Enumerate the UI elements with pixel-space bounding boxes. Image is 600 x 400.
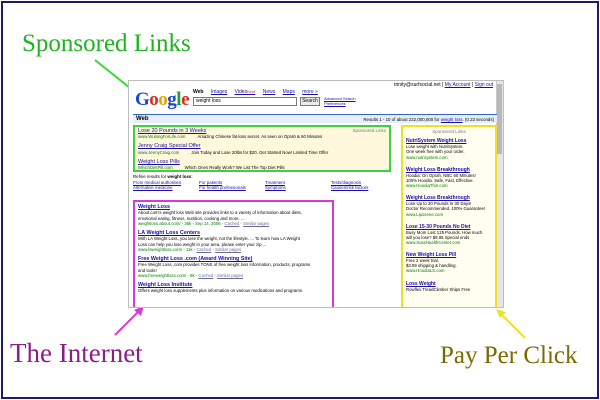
ad-url: www.JennyCraig.com <box>138 149 180 155</box>
logo-letter: o <box>149 89 159 110</box>
ad-description: Amazing Chinese fat-loss secret. As seen… <box>197 134 323 140</box>
google-results-screenshot: trinity@surfsocial.net | My Account | Si… <box>128 80 504 308</box>
search-result: LA Weight Loss Centers With LA Weight Lo… <box>138 230 329 252</box>
search-result: Weight Loss About.com's weight loss Web … <box>138 204 329 226</box>
side-sponsored-ads: Sponsored Links NutriSystem Weight Loss … <box>401 125 497 307</box>
results-query-link[interactable]: weight loss <box>441 117 463 122</box>
search-options: Advanced Search Preferences <box>324 96 356 107</box>
sponsored-ad: Weight Loss Pills WhichDietPill.com Which… <box>138 159 386 172</box>
result-url-line: www.laweightloss.com/ - 11k - Cached - S… <box>138 246 242 252</box>
cached-link[interactable]: Cached <box>196 247 211 252</box>
refine-link[interactable]: For health professionals <box>199 185 259 190</box>
user-email: trinity@surfsocial.net <box>394 82 441 88</box>
cached-link[interactable]: Cached <box>224 221 239 226</box>
ad-description: Join Today and Lose 20lbs for $20. Get S… <box>191 149 329 155</box>
sponsored-links-caption: Sponsored Links <box>22 30 191 57</box>
search-input[interactable]: weight loss <box>193 97 297 106</box>
result-url-line: weightloss.about.com/ - 36k - Sep 14, 20… <box>138 220 270 226</box>
side-ad-url: www.HoodiaLS.com <box>406 268 445 274</box>
refine-link[interactable]: Causes/risk factors <box>331 185 391 190</box>
search-result: Weight Loss Institute Offers weight loss… <box>138 282 329 294</box>
result-snippet: Offers weight loss supplements plus info… <box>138 288 304 294</box>
user-bar-separator: | <box>471 82 474 88</box>
side-ad-url: www.HoodiaThin.com <box>406 183 448 189</box>
side-ad: Weight Loss Breakthrough Lose Up to 20 P… <box>406 195 492 216</box>
sponsored-ad: Jenny Craig Special Offer www.JennyCraig… <box>138 143 386 156</box>
organic-results: Weight Loss About.com's weight loss Web … <box>133 200 334 307</box>
scroll-thumb[interactable] <box>497 84 502 154</box>
side-ad-text: Rowflex TreadClimber Ships Free <box>406 286 471 292</box>
results-bar: Web Results 1 - 10 of about 222,000,000 … <box>133 114 497 123</box>
pay-per-click-caption: Pay Per Click <box>440 342 578 369</box>
result-url: www.laweightloss.com/ - 11k - <box>138 246 196 252</box>
google-logo[interactable]: Google <box>135 90 189 109</box>
results-bar-label: Web <box>136 116 149 122</box>
similar-pages-link[interactable]: Similar pages <box>243 221 269 226</box>
refine-link[interactable]: Alternative medicine <box>133 185 193 190</box>
my-account-link[interactable]: My Account <box>445 82 471 88</box>
side-ad-url: www.nutrisystem.com <box>406 154 448 160</box>
logo-letter: o <box>158 89 168 110</box>
new-badge: New! <box>247 90 256 94</box>
refine-heading-text: Refine results for <box>133 174 167 179</box>
results-stats: Results 1 - 10 of about 222,000,000 for … <box>363 117 494 122</box>
tab-web[interactable]: Web <box>193 89 203 95</box>
result-url: www.freeweightloss.com/ - 9k - <box>138 272 198 278</box>
refine-results: Refine results for weight loss: From med… <box>133 174 391 191</box>
similar-pages-link[interactable]: Similar pages <box>217 273 243 278</box>
ad-description: Which Ones Really Work? We List The Top … <box>184 165 285 171</box>
result-url: weightloss.about.com/ - 36k - Sep 14, 20… <box>138 220 224 226</box>
scrollbar[interactable] <box>496 81 503 307</box>
search-result: Free Weight Loss .com (Award Winning Sit… <box>138 256 329 278</box>
refine-link[interactable]: Symptoms <box>265 185 325 190</box>
refine-row: Alternative medicine For health professi… <box>133 185 391 190</box>
sponsored-ad: Lose 20 Pounds in 3 Weeks www.WulongForL… <box>138 128 386 141</box>
tab-video[interactable]: VideoNew! <box>235 89 256 95</box>
user-bar-separator: | <box>441 82 444 88</box>
side-ad: NutriSystem Weight Loss Lose weight with… <box>406 138 492 159</box>
logo-letter: e <box>181 89 189 110</box>
preferences-link[interactable]: Preferences <box>324 101 356 107</box>
result-snippet: About.com's weight loss Web site provide… <box>138 210 302 216</box>
sign-out-link[interactable]: Sign out <box>475 82 493 88</box>
side-ad-url: www.Lipozene.com <box>406 211 444 217</box>
tab-news[interactable]: News <box>263 89 276 95</box>
similar-pages-link[interactable]: Similar pages <box>215 247 241 252</box>
side-ad-text: Doctor Recommended. 100% Guarantee! <box>406 206 486 212</box>
side-ad: New Weight Loss Pill Free 2 week trial. … <box>406 252 492 273</box>
results-time: . (0.23 seconds) <box>462 117 494 122</box>
user-bar: trinity@surfsocial.net | My Account | Si… <box>394 82 493 89</box>
cached-link[interactable]: Cached <box>198 273 213 278</box>
tab-video-label: Video <box>234 89 248 95</box>
result-url-line: www.freeweightloss.com/ - 9k - Cached - … <box>138 272 244 278</box>
sponsored-links-label: Sponsored Links <box>352 128 386 133</box>
top-sponsored-ads: Sponsored Links Lose 20 Pounds in 3 Week… <box>133 125 391 172</box>
result-snippet: Free Weight Loss .com provides TONS of f… <box>138 262 311 268</box>
side-ad: Weight Loss Breakthrough Hoodia: On Opra… <box>406 167 492 188</box>
tab-more[interactable]: more » <box>302 89 318 95</box>
logo-letter: g <box>167 89 177 110</box>
side-ad-url: www.SussHealthCenter.com <box>406 240 461 246</box>
refine-heading: Refine results for weight loss: <box>133 174 391 179</box>
sponsored-links-label: Sponsored Links <box>432 129 466 134</box>
ad-url: WhichDietPill.com <box>138 165 173 171</box>
search-button[interactable]: Search <box>300 97 320 106</box>
tab-maps[interactable]: Maps <box>283 89 295 95</box>
logo-letter: G <box>135 89 150 110</box>
ad-url: www.WulongForLife.com <box>138 134 186 140</box>
search-tabs: Web Images VideoNew! News Maps more » <box>193 89 324 96</box>
refine-heading-colon: : <box>191 174 193 179</box>
the-internet-caption: The Internet <box>10 338 143 368</box>
results-count: Results 1 - 10 of about 222,000,000 for <box>363 117 440 122</box>
side-ad: Lose 15-30 Pounds No Diet Busy Mom Lost … <box>406 224 492 245</box>
tab-images[interactable]: Images <box>211 89 227 95</box>
side-ad: Loss Weight Rowflex TreadClimber Ships F… <box>406 281 492 292</box>
refine-heading-query: weight loss <box>167 174 192 179</box>
